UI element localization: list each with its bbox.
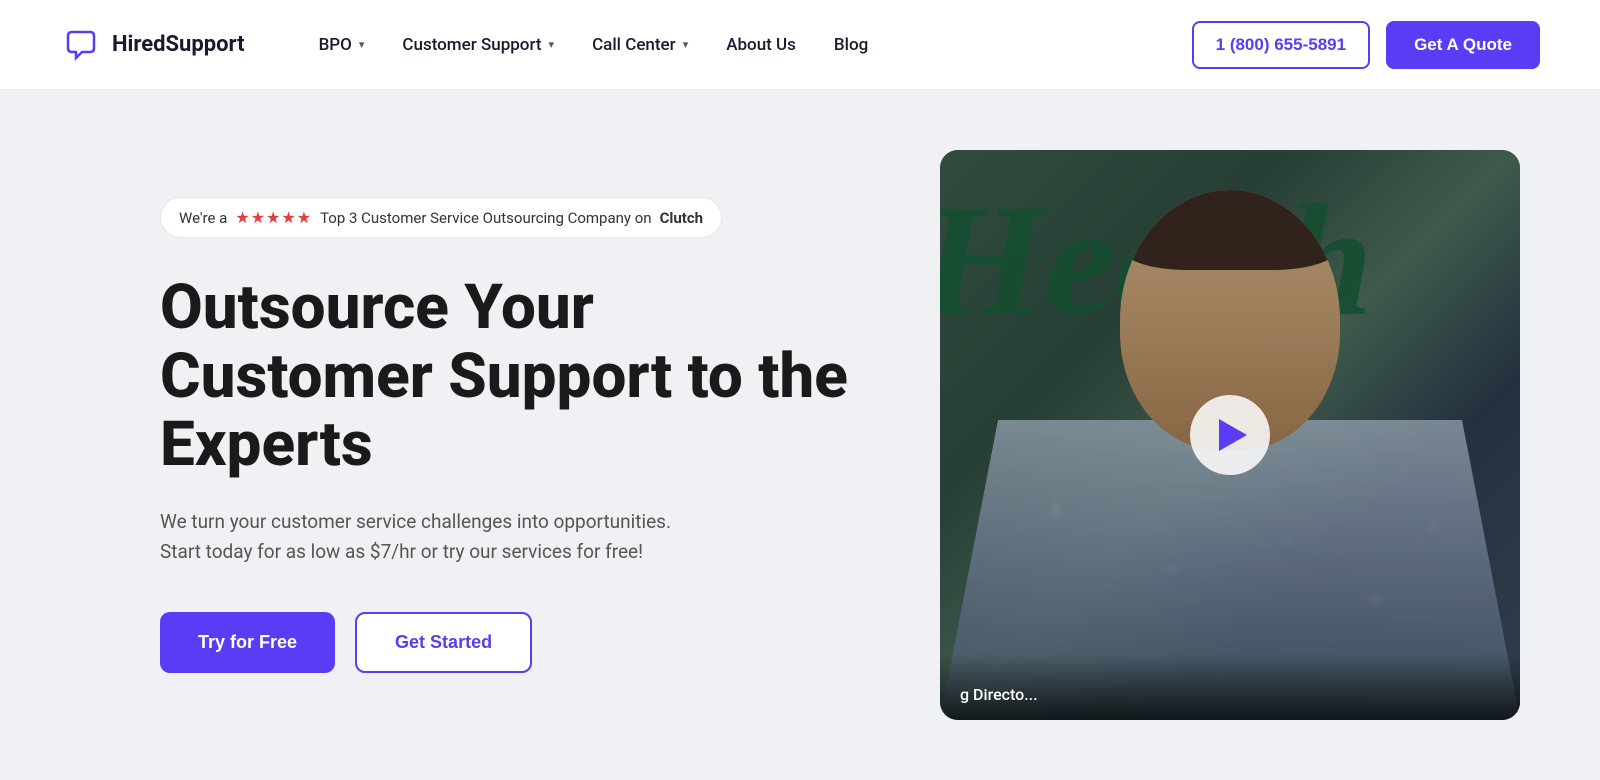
- nav-call-center[interactable]: Call Center ▾: [578, 27, 702, 63]
- bpo-chevron-icon: ▾: [359, 38, 365, 51]
- logo-icon: [60, 24, 102, 66]
- hero-title: Outsource Your Customer Support to the E…: [160, 274, 860, 479]
- badge-clutch-text: Clutch: [660, 209, 703, 227]
- nav-bpo[interactable]: BPO ▾: [305, 27, 379, 63]
- nav-actions: 1 (800) 655-5891 Get A Quote: [1192, 21, 1540, 69]
- clutch-badge: We're a ★★★★★ Top 3 Customer Service Out…: [160, 197, 722, 238]
- nav-links: BPO ▾ Customer Support ▾ Call Center ▾ A…: [305, 27, 1192, 63]
- nav-customer-support[interactable]: Customer Support ▾: [388, 27, 568, 63]
- badge-intro-text: We're a: [179, 209, 227, 227]
- hero-video-area: Health g Directo...: [940, 150, 1520, 720]
- navbar: HiredSupport BPO ▾ Customer Support ▾ Ca…: [0, 0, 1600, 90]
- get-quote-button[interactable]: Get A Quote: [1386, 21, 1540, 69]
- try-for-free-button[interactable]: Try for Free: [160, 612, 335, 673]
- badge-suffix-text: Top 3 Customer Service Outsourcing Compa…: [320, 209, 652, 227]
- phone-button[interactable]: 1 (800) 655-5891: [1192, 21, 1370, 69]
- call-center-chevron-icon: ▾: [683, 38, 689, 51]
- customer-support-chevron-icon: ▾: [549, 38, 555, 51]
- hero-section: We're a ★★★★★ Top 3 Customer Service Out…: [0, 90, 1600, 780]
- logo-link[interactable]: HiredSupport: [60, 24, 245, 66]
- hero-subtitle: We turn your customer service challenges…: [160, 507, 680, 568]
- nav-about-us[interactable]: About Us: [712, 27, 810, 63]
- play-button[interactable]: [1190, 395, 1270, 475]
- hero-cta-group: Try for Free Get Started: [160, 612, 860, 673]
- video-thumbnail[interactable]: Health g Directo...: [940, 150, 1520, 720]
- brand-name: HiredSupport: [112, 32, 245, 57]
- badge-stars: ★★★★★: [235, 208, 312, 227]
- get-started-button[interactable]: Get Started: [355, 612, 532, 673]
- video-caption: g Directo...: [940, 655, 1520, 720]
- hero-content: We're a ★★★★★ Top 3 Customer Service Out…: [160, 197, 860, 672]
- nav-blog[interactable]: Blog: [820, 27, 882, 63]
- play-icon: [1219, 419, 1247, 451]
